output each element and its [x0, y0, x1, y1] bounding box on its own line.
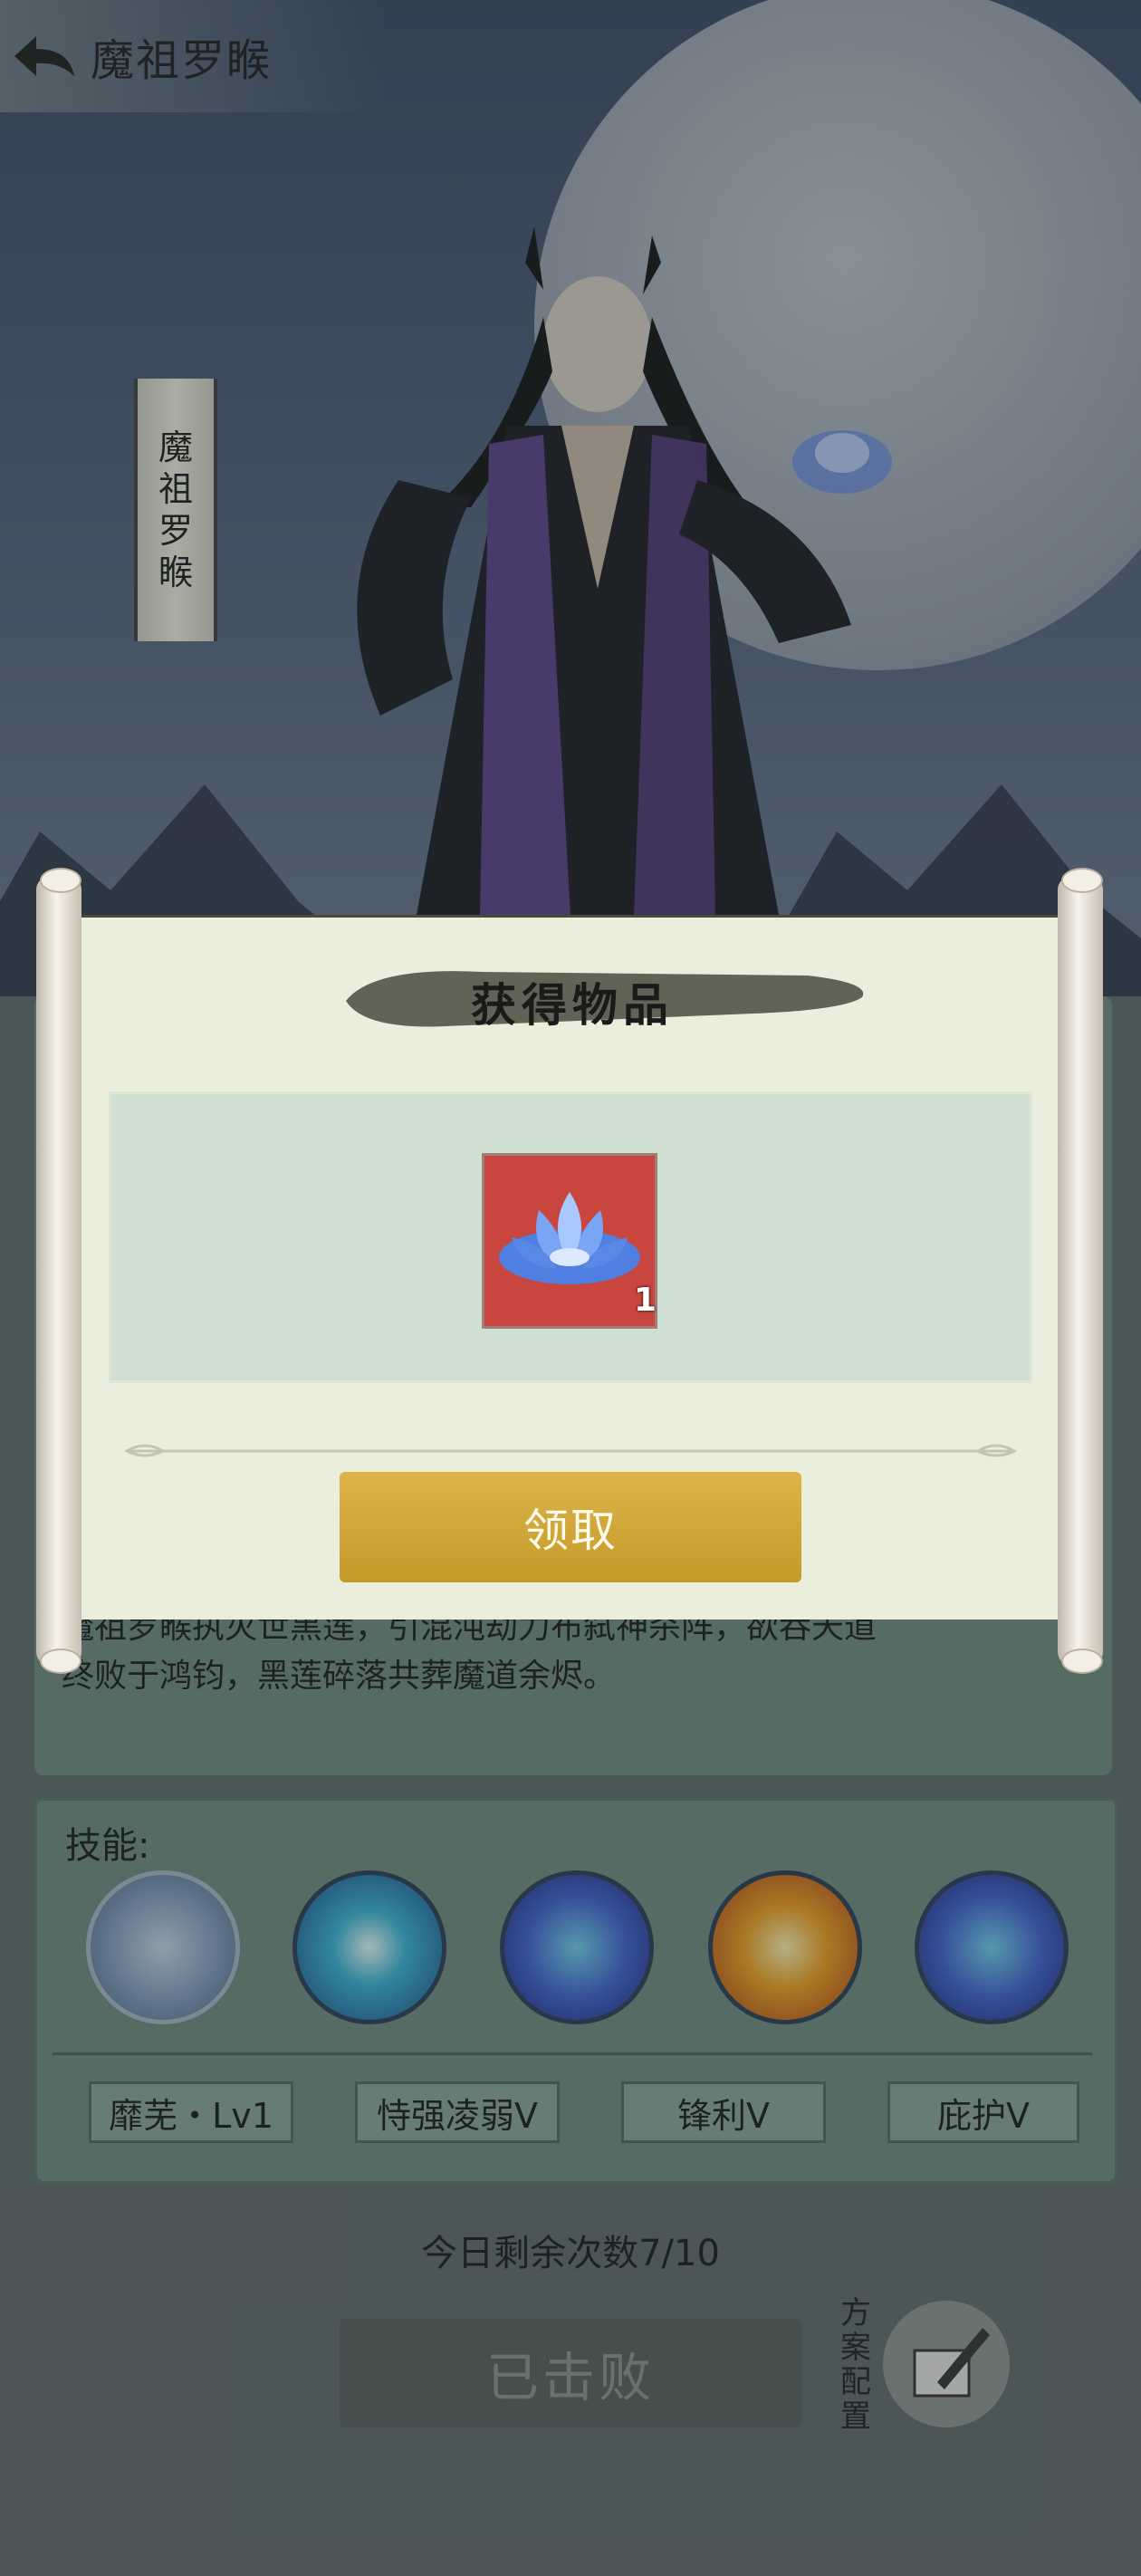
blue-lotus-icon — [499, 1192, 640, 1284]
scroll-rod-left — [36, 868, 82, 1674]
item-count: 1 — [634, 1282, 657, 1319]
modal-title: 获得物品 — [471, 978, 674, 1032]
reward-item-slot[interactable] — [482, 1153, 657, 1329]
cloud-divider — [123, 1444, 1018, 1457]
claim-button[interactable]: 领取 — [340, 1472, 801, 1582]
scroll-rod-right — [1058, 868, 1103, 1674]
